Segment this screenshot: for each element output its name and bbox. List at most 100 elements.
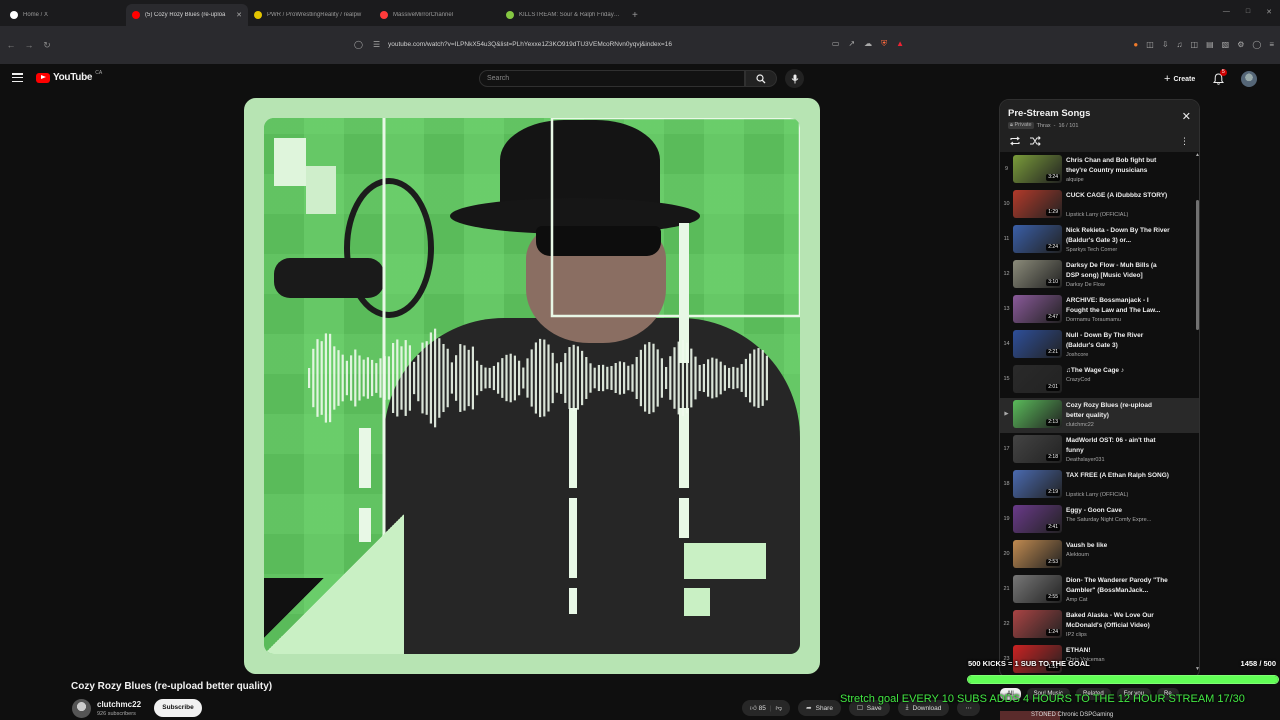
site-info-icon[interactable]: ☰ — [373, 40, 380, 49]
maximize-icon[interactable]: □ — [1246, 8, 1250, 16]
playlist-title[interactable]: Pre-Stream Songs — [1008, 108, 1090, 119]
search-button[interactable] — [745, 70, 777, 87]
video-thumbnail[interactable]: 2:21 — [1013, 330, 1062, 358]
channel-avatar[interactable] — [72, 699, 91, 718]
playlist-item[interactable]: 22 1:24 Baked Alaska - We Love Our McDonal… — [1000, 608, 1199, 643]
menu-icon[interactable]: ≡ — [1269, 40, 1274, 49]
waveform-bar — [371, 359, 374, 397]
browser-tab[interactable]: MassiveMirrorChannel — [374, 4, 500, 26]
video-thumbnail[interactable]: 1:24 — [1013, 610, 1062, 638]
waveform-bar — [471, 346, 474, 410]
extension-puzzle-icon[interactable]: ◫ — [1146, 40, 1154, 49]
close-window-icon[interactable]: ✕ — [1266, 8, 1272, 16]
waveform-bar — [744, 358, 747, 398]
browser-tab[interactable]: PWR / ProWrestlingReality / realpw — [248, 4, 374, 26]
waveform-bar — [312, 348, 315, 408]
playlist-item[interactable]: 10 1:29 CUCK CAGE (A iDubbbz STORY) Lipstic… — [1000, 188, 1199, 223]
video-thumbnail[interactable]: 2:53 — [1013, 540, 1062, 568]
channel-name[interactable]: clutchmc22 — [97, 700, 141, 709]
browser-tab[interactable]: (5) Cozy Rozy Blues (re-uploa ✕ — [126, 4, 248, 26]
playlist-item[interactable]: 18 2:19 TAX FREE (A Ethan Ralph SONG) Lipst… — [1000, 468, 1199, 503]
copy-link-icon[interactable]: ☁ — [864, 39, 872, 49]
account-avatar[interactable] — [1241, 71, 1257, 87]
video-thumbnail[interactable]: 2:01 — [1013, 365, 1062, 393]
rumble-play-icon — [506, 11, 514, 19]
search-input[interactable]: Search — [479, 70, 745, 87]
waveform-bar — [337, 350, 340, 406]
playlist-more-icon[interactable]: ⋮ — [1180, 136, 1189, 147]
video-thumbnail[interactable]: 3:24 — [1013, 155, 1062, 183]
waveform-bar — [308, 368, 311, 388]
youtube-icon — [132, 11, 140, 19]
duration-badge: 2:21 — [1046, 349, 1060, 356]
playlist-scrollbar[interactable] — [1196, 200, 1199, 330]
playlist-item[interactable]: 11 2:24 Nick Rekieta - Down By The River (… — [1000, 223, 1199, 258]
url-field[interactable]: ☰ youtube.com/watch?v=ILPNkX54u3Q&list=P… — [365, 33, 910, 55]
close-playlist-icon[interactable]: ✕ — [1182, 110, 1191, 123]
playlist-item[interactable]: 21 2:55 Dion- The Wanderer Parody "The Gam… — [1000, 573, 1199, 608]
forward-icon[interactable]: → — [22, 40, 36, 50]
video-thumbnail[interactable]: 1:29 — [1013, 190, 1062, 218]
dislike-button[interactable]: 👎︎ — [776, 704, 783, 712]
hamburger-menu-icon[interactable] — [12, 73, 23, 83]
minimize-icon[interactable]: — — [1223, 8, 1230, 16]
scroll-down-icon[interactable]: ▼ — [1195, 666, 1199, 672]
video-thumbnail[interactable]: 2:18 — [1013, 435, 1062, 463]
playlist-item-title: Nick Rekieta - Down By The River (Baldur… — [1066, 227, 1170, 244]
waveform-bar — [459, 344, 462, 412]
share-page-icon[interactable]: ↗ — [848, 39, 855, 49]
loop-icon[interactable] — [1009, 136, 1021, 146]
video-thumbnail[interactable]: 2:19 — [1013, 470, 1062, 498]
close-tab-icon[interactable]: ✕ — [236, 11, 242, 19]
playlist-item[interactable]: 15 2:01 ♫The Wage Cage ♪ CrazyCod — [1000, 363, 1199, 398]
next-video-channel[interactable]: STONED Chronic DSPGaming — [1031, 712, 1113, 718]
cast-icon[interactable]: ▭ — [832, 39, 840, 49]
shuffle-icon[interactable] — [1029, 136, 1041, 146]
subscribe-button[interactable]: Subscribe — [154, 699, 202, 717]
new-tab-icon[interactable]: + — [632, 4, 638, 26]
rewards-icon[interactable]: ▲ — [896, 39, 904, 49]
video-thumbnail[interactable]: 2:47 — [1013, 295, 1062, 323]
share-button[interactable]: ➦ Share — [798, 700, 841, 716]
reload-icon[interactable]: ↻ — [40, 40, 54, 51]
playlist-item[interactable]: 14 2:21 Null - Down By The River (Baldur's… — [1000, 328, 1199, 363]
vpn-icon[interactable]: ⚙ — [1237, 40, 1244, 49]
playlist-item[interactable]: 13 2:47 ARCHIVE: Bossmanjack - I Fought th… — [1000, 293, 1199, 328]
playlist-item-title: Chris Chan and Bob fight but they're Cou… — [1066, 157, 1157, 174]
youtube-logo[interactable]: YouTube CA — [36, 70, 102, 83]
playlist-item-current[interactable]: ▶ 2:13 Cozy Rozy Blues (re-upload better q… — [1000, 398, 1199, 433]
video-thumbnail[interactable]: 3:10 — [1013, 260, 1062, 288]
create-button[interactable]: + Create — [1160, 71, 1199, 87]
profile-icon[interactable]: ◯ — [1252, 40, 1261, 49]
playlist-item[interactable]: 19 2:41 Eggy - Goon Cave The Saturday Night… — [1000, 503, 1199, 538]
browser-tab[interactable]: KILLSTREAM: Sour & Ralph Friday Fu — [500, 4, 626, 26]
reading-list-icon[interactable]: ▤ — [1206, 40, 1214, 49]
wallet-icon[interactable]: ▧ — [1222, 40, 1230, 49]
browser-tab[interactable]: Home / X — [4, 4, 126, 26]
playlist-item[interactable]: 17 2:18 MadWorld OST: 06 - ain't that funn… — [1000, 433, 1199, 468]
playlist-item-title: Null - Down By The River (Baldur's Gate … — [1066, 332, 1144, 349]
video-thumbnail[interactable]: 2:55 — [1013, 575, 1062, 603]
notifications-button[interactable]: 5 — [1212, 69, 1227, 90]
playlist-item[interactable]: 12 3:10 Darksy De Flow - Muh Bills (a DSP … — [1000, 258, 1199, 293]
voice-search-button[interactable] — [785, 69, 804, 88]
bookmark-icon[interactable]: ◯ — [354, 40, 363, 49]
playlist-item[interactable]: 20 2:53 Vaush be like Alektoum — [1000, 538, 1199, 573]
video-thumbnail[interactable]: 2:24 — [1013, 225, 1062, 253]
duration-badge: 2:01 — [1046, 384, 1060, 391]
playlist-owner[interactable]: Thrax — [1037, 123, 1051, 129]
scroll-up-icon[interactable]: ▲ — [1195, 152, 1199, 158]
back-icon[interactable]: ← — [4, 40, 18, 50]
playlist-item[interactable]: 9 3:24 Chris Chan and Bob fight but they'r… — [1000, 153, 1199, 188]
playlist-item-channel: Deathslayer031 — [1066, 457, 1105, 463]
extension-download-icon[interactable]: ⇩ — [1162, 40, 1169, 49]
music-icon[interactable]: ♫ — [1177, 40, 1183, 49]
sidebar-icon[interactable]: ◫ — [1191, 40, 1199, 49]
address-bar: ← → ↻ ◯ ☰ youtube.com/watch?v=ILPNkX54u3… — [0, 26, 1280, 64]
brave-shield-icon[interactable]: ⛨ — [881, 39, 887, 49]
video-thumbnail[interactable]: 2:13 — [1013, 400, 1062, 428]
video-thumbnail[interactable]: 2:41 — [1013, 505, 1062, 533]
like-button[interactable]: 👍︎ 85 — [750, 704, 766, 712]
extension-fox-icon[interactable]: ● — [1133, 40, 1138, 49]
video-player[interactable] — [244, 98, 820, 674]
